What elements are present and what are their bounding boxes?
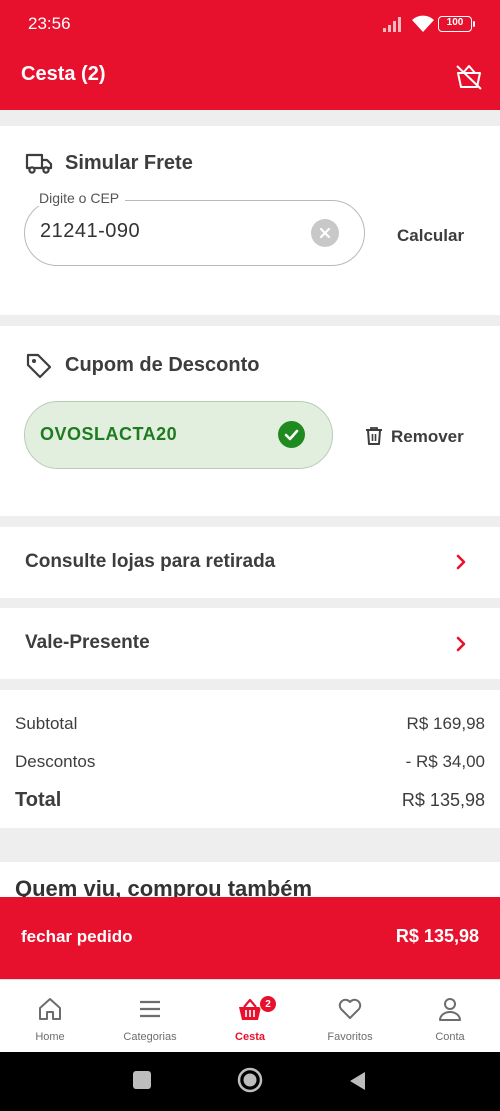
remove-coupon-button[interactable]: Remover xyxy=(391,427,464,447)
page-title: Cesta (2) xyxy=(21,63,106,85)
heart-icon xyxy=(338,998,362,1019)
bottom-nav: Home Categorias 2 Cesta Favoritos Conta xyxy=(0,979,500,1052)
nav-basket-label: Cesta xyxy=(235,1031,265,1043)
app-bar: Cesta (2) xyxy=(0,48,500,110)
coupon-title: Cupom de Desconto xyxy=(65,354,260,376)
basket-count-badge: 2 xyxy=(259,995,277,1013)
chevron-right-icon xyxy=(456,636,466,652)
gift-card-link-label[interactable]: Vale-Presente xyxy=(25,632,150,654)
system-nav-bar xyxy=(0,1052,500,1111)
checkout-button[interactable]: fechar pedido R$ 135,98 xyxy=(0,897,500,979)
status-time: 23:56 xyxy=(28,14,71,33)
nav-basket[interactable]: 2 Cesta xyxy=(200,980,300,1053)
subtotal-label: Subtotal xyxy=(15,714,78,733)
coupon-code: OVOSLACTA20 xyxy=(40,424,178,444)
total-value: R$ 135,98 xyxy=(401,790,485,810)
nav-account[interactable]: Conta xyxy=(400,980,500,1053)
back-icon[interactable] xyxy=(347,1070,367,1092)
cep-field-value[interactable]: 21241-090 xyxy=(40,220,140,243)
nav-categories[interactable]: Categorias xyxy=(100,980,200,1053)
nav-categories-label: Categorias xyxy=(123,1031,177,1043)
clear-cep-button[interactable] xyxy=(311,219,339,247)
signal-icon xyxy=(383,17,401,32)
nav-favorites-label: Favoritos xyxy=(327,1031,373,1043)
cep-field-label: Digite o CEP xyxy=(33,190,126,206)
total-label: Total xyxy=(15,789,62,811)
stores-link-label[interactable]: Consulte lojas para retirada xyxy=(25,551,275,573)
home-circle-icon[interactable] xyxy=(236,1066,264,1094)
truck-icon xyxy=(25,153,53,174)
clear-basket-icon[interactable] xyxy=(454,62,484,92)
shipping-title: Simular Frete xyxy=(65,152,193,174)
menu-icon xyxy=(140,1000,160,1018)
recents-button[interactable] xyxy=(133,1071,151,1089)
nav-favorites[interactable]: Favoritos xyxy=(300,980,400,1053)
wifi-icon xyxy=(412,15,434,32)
checkout-label: fechar pedido xyxy=(21,927,133,946)
discounts-value: - R$ 34,00 xyxy=(405,752,485,771)
close-icon xyxy=(319,227,331,239)
nav-account-label: Conta xyxy=(435,1031,465,1043)
calculate-button[interactable]: Calcular xyxy=(397,226,464,246)
home-icon xyxy=(39,998,61,1020)
nav-home[interactable]: Home xyxy=(0,980,100,1053)
tag-icon xyxy=(26,353,52,379)
check-circle-icon xyxy=(278,421,305,448)
battery-icon: 100 xyxy=(438,16,475,32)
recommendations-section: Quem viu, comprou também xyxy=(0,862,500,902)
chevron-right-icon xyxy=(456,554,466,570)
status-bar: 23:56 100 xyxy=(0,0,500,48)
subtotal-value: R$ 169,98 xyxy=(406,714,485,733)
nav-home-label: Home xyxy=(35,1031,65,1043)
discounts-label: Descontos xyxy=(15,752,96,771)
user-icon xyxy=(439,998,461,1021)
checkout-total: R$ 135,98 xyxy=(395,926,479,946)
trash-icon[interactable] xyxy=(364,426,384,446)
